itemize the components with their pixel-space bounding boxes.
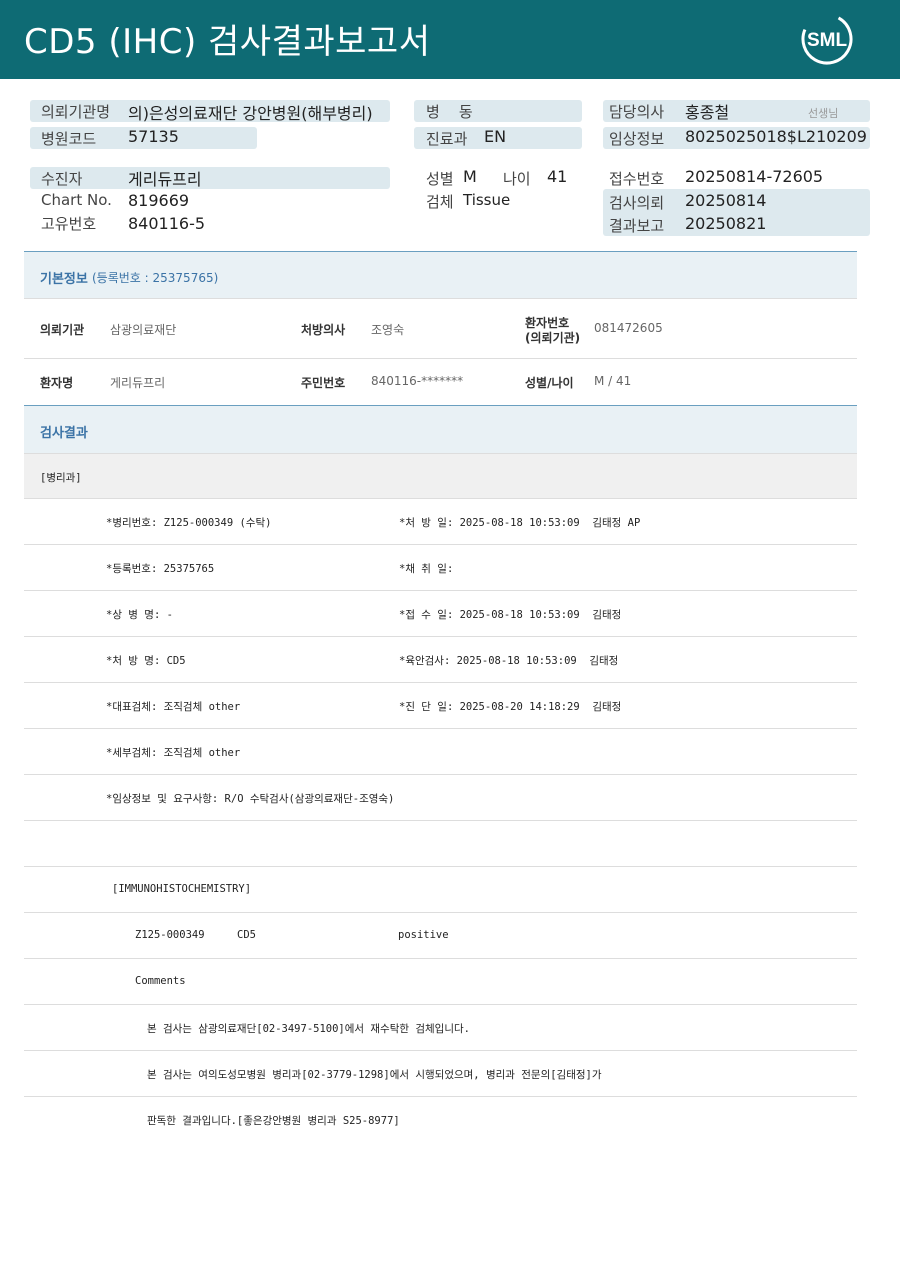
uid-label: 고유번호 bbox=[41, 215, 97, 233]
report-value: 20250821 bbox=[685, 214, 767, 233]
patient-value: 게리듀프리 bbox=[128, 170, 202, 189]
ihc-result-row: Z125-000349 CD5 positive bbox=[24, 913, 857, 959]
patient-pill bbox=[30, 167, 390, 189]
chart-label: Chart No. bbox=[41, 191, 112, 209]
sexage-value: M / 41 bbox=[594, 374, 632, 388]
referral-label: 의뢰기관명 bbox=[41, 103, 111, 121]
receipt-label: 접수번호 bbox=[609, 170, 665, 188]
request-label: 검사의뢰 bbox=[609, 194, 665, 212]
ward-label: 병 동 bbox=[426, 103, 473, 121]
comment-row: 본 검사는 삼광의료재단[02-3497-5100]에서 재수탁한 검체입니다. bbox=[24, 1005, 857, 1051]
uid-value: 840116-5 bbox=[128, 214, 206, 233]
report-label: 결과보고 bbox=[609, 217, 665, 235]
row-right: *육안검사: 2025-08-18 10:53:09 김태정 bbox=[399, 655, 619, 667]
row-left: *임상정보 및 요구사항: R/O 수탁검사(삼광의료재단-조영숙) bbox=[106, 793, 395, 805]
sexage-label: 성별/나이 bbox=[525, 376, 574, 390]
pt-no-value: 081472605 bbox=[594, 321, 663, 335]
age-value: 41 bbox=[547, 167, 568, 186]
row-left: *등록번호: 25375765 bbox=[106, 563, 215, 575]
comment-row: 판독한 결과입니다.[좋은강안병원 병리과 S25-8977] bbox=[24, 1097, 857, 1143]
inst-value: 삼광의료재단 bbox=[110, 323, 177, 337]
result-row: *상 병 명: - *접 수 일: 2025-08-18 10:53:09 김태… bbox=[24, 591, 857, 637]
name-label: 환자명 bbox=[40, 376, 74, 390]
dept-value: EN bbox=[484, 127, 507, 146]
referral-value: 의)은성의료재단 강안병원(해부병리) bbox=[128, 104, 373, 123]
basic-info-row-1: 의뢰기관 삼광의료재단 처방의사 조영숙 환자번호 (의뢰기관) 0814726… bbox=[24, 298, 857, 359]
results-title: 검사결과 bbox=[40, 426, 88, 441]
basic-info-subtitle: (등록번호 : 25375765) bbox=[92, 271, 219, 285]
results-header: 검사결과 bbox=[24, 406, 857, 453]
basic-info-title: 기본정보 bbox=[40, 272, 88, 287]
row-left: *세부검체: 조직검체 other bbox=[106, 747, 241, 759]
patient-label: 수진자 bbox=[41, 170, 83, 188]
row-left: *상 병 명: - bbox=[106, 609, 173, 621]
result-row: *세부검체: 조직검체 other bbox=[24, 729, 857, 775]
row-right: *접 수 일: 2025-08-18 10:53:09 김태정 bbox=[399, 609, 622, 621]
row-right: *채 취 일: bbox=[399, 563, 454, 575]
clinical-value: 8025025018$L210209 bbox=[685, 127, 867, 146]
header-bar: CD5 (IHC) 검사결과보고서 SML bbox=[0, 0, 900, 79]
comments-label-row: Comments bbox=[24, 959, 857, 1005]
basic-info-row-2: 환자명 게리듀프리 주민번호 840116-******* 성별/나이 M / … bbox=[24, 359, 857, 406]
result-row: *대표검체: 조직검체 other *진 단 일: 2025-08-20 14:… bbox=[24, 683, 857, 729]
result-row: *임상정보 및 요구사항: R/O 수탁검사(삼광의료재단-조영숙) bbox=[24, 775, 857, 821]
doctor-suffix: 선생님 bbox=[808, 107, 839, 120]
sml-logo: SML bbox=[801, 13, 853, 65]
specimen-value: Tissue bbox=[463, 191, 511, 209]
row-left: *대표검체: 조직검체 other bbox=[106, 701, 241, 713]
result-row: *등록번호: 25375765 *채 취 일: bbox=[24, 545, 857, 591]
receipt-value: 20250814-72605 bbox=[685, 167, 824, 186]
chart-value: 819669 bbox=[128, 191, 190, 210]
svg-text:SML: SML bbox=[807, 30, 848, 51]
rx-doc-label: 처방의사 bbox=[301, 323, 346, 337]
dept-label: 진료과 bbox=[426, 130, 468, 148]
pt-no-label-sub: (의뢰기관) bbox=[525, 331, 581, 345]
blank-row bbox=[24, 821, 857, 867]
ihc-marker: CD5 bbox=[237, 929, 256, 941]
sex-value: M bbox=[463, 167, 477, 186]
sex-label: 성별 bbox=[426, 170, 454, 188]
rrn-label: 주민번호 bbox=[301, 376, 346, 390]
ihc-header: [IMMUNOHISTOCHEMISTRY] bbox=[112, 883, 252, 895]
report-title: CD5 (IHC) 검사결과보고서 bbox=[24, 22, 431, 62]
result-row: *병리번호: Z125-000349 (수탁) *처 방 일: 2025-08-… bbox=[24, 499, 857, 545]
row-right: *진 단 일: 2025-08-20 14:18:29 김태정 bbox=[399, 701, 622, 713]
hospcode-value: 57135 bbox=[128, 127, 179, 146]
basic-info-header: 기본정보 (등록번호 : 25375765) bbox=[24, 251, 857, 298]
name-value: 게리듀프리 bbox=[110, 376, 166, 390]
ihc-id: Z125-000349 bbox=[135, 929, 205, 941]
comment-2: 본 검사는 여의도성모병원 병리과[02-3779-1298]에서 시행되었으며… bbox=[147, 1069, 602, 1081]
ihc-result: positive bbox=[398, 929, 449, 941]
result-row: *처 방 명: CD5 *육안검사: 2025-08-18 10:53:09 김… bbox=[24, 637, 857, 683]
comment-1: 본 검사는 삼광의료재단[02-3497-5100]에서 재수탁한 검체입니다. bbox=[147, 1023, 470, 1035]
dept-header-row: [병리과] bbox=[24, 453, 857, 499]
inst-label: 의뢰기관 bbox=[40, 323, 85, 337]
comment-row: 본 검사는 여의도성모병원 병리과[02-3779-1298]에서 시행되었으며… bbox=[24, 1051, 857, 1097]
dept-header: [병리과] bbox=[40, 472, 82, 484]
age-label: 나이 bbox=[503, 170, 531, 188]
clinical-label: 임상정보 bbox=[609, 130, 665, 148]
comment-3: 판독한 결과입니다.[좋은강안병원 병리과 S25-8977] bbox=[147, 1115, 400, 1127]
specimen-label: 검체 bbox=[426, 193, 454, 211]
hospcode-label: 병원코드 bbox=[41, 130, 97, 148]
rrn-value: 840116-******* bbox=[371, 374, 464, 388]
doctor-value: 홍종철 bbox=[685, 103, 730, 122]
ihc-header-row: [IMMUNOHISTOCHEMISTRY] bbox=[24, 867, 857, 913]
row-left: *병리번호: Z125-000349 (수탁) bbox=[106, 517, 272, 529]
comments-label: Comments bbox=[135, 975, 186, 987]
doctor-label: 담당의사 bbox=[609, 103, 665, 121]
row-left: *처 방 명: CD5 bbox=[106, 655, 186, 667]
row-right: *처 방 일: 2025-08-18 10:53:09 김태정 AP bbox=[399, 517, 641, 529]
rx-doc-value: 조영숙 bbox=[371, 323, 405, 337]
request-value: 20250814 bbox=[685, 191, 767, 210]
